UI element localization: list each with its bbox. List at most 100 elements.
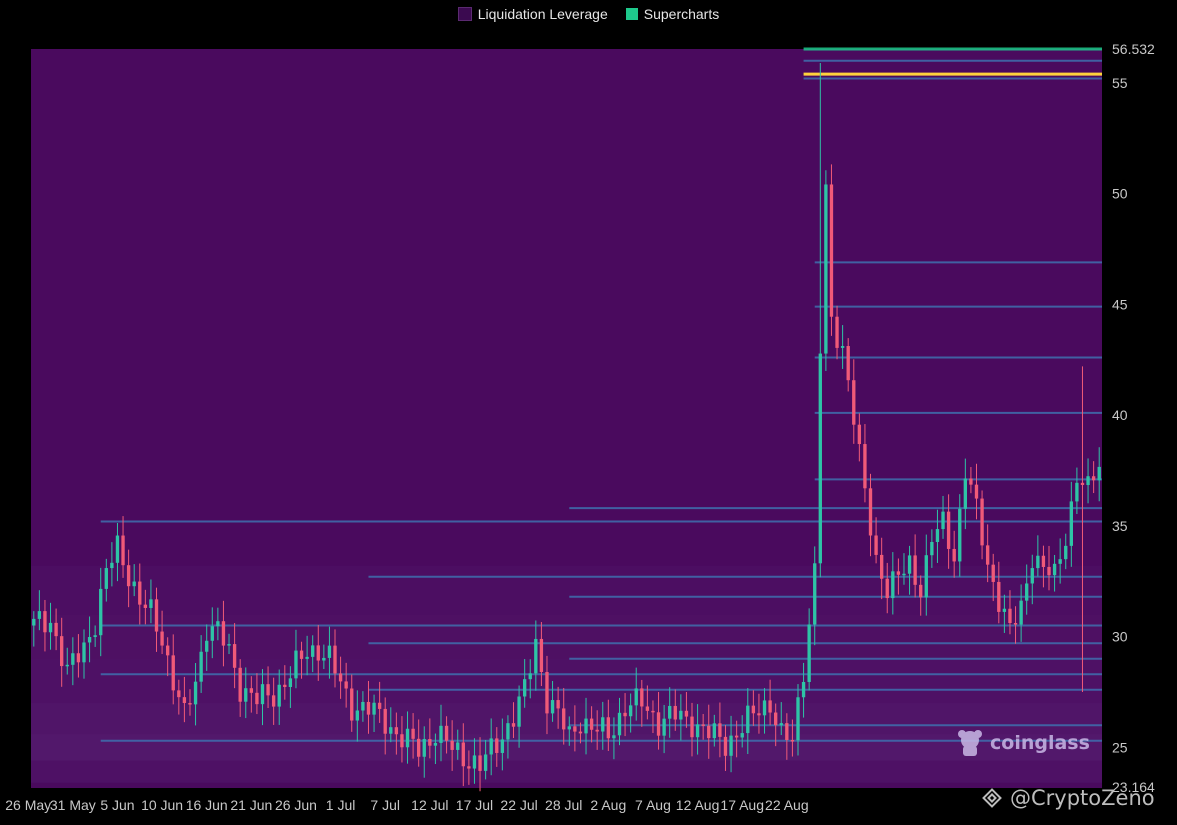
y-tick-label: 40 xyxy=(1112,407,1128,423)
candle-body xyxy=(1013,623,1018,625)
candle-body xyxy=(1019,600,1023,625)
binance-diamond-icon xyxy=(982,788,1002,808)
heat-band xyxy=(31,703,1102,735)
candle-body xyxy=(472,755,477,769)
candle-body xyxy=(952,548,956,562)
y-max-label: 56.532 xyxy=(1112,41,1155,57)
candle-body xyxy=(578,731,583,734)
candle-body xyxy=(338,673,343,682)
x-tick-label: 21 Jun xyxy=(230,797,272,813)
candle-body xyxy=(1052,563,1057,576)
heat-band xyxy=(31,565,1102,615)
candle-body xyxy=(801,681,806,698)
heat-band xyxy=(31,734,1102,761)
x-tick-label: 2 Aug xyxy=(590,797,626,813)
x-tick-label: 17 Aug xyxy=(720,797,764,813)
candle-body xyxy=(266,684,270,696)
candle-body xyxy=(48,622,53,633)
candle-body xyxy=(601,717,605,732)
x-tick-label: 31 May xyxy=(50,797,96,813)
candle-body xyxy=(249,688,254,693)
y-tick-label: 45 xyxy=(1112,296,1128,312)
candle-body xyxy=(1069,501,1073,546)
candle-body xyxy=(238,667,242,702)
candle-body xyxy=(645,706,650,711)
candle-body xyxy=(65,664,69,667)
candle-body xyxy=(534,638,538,674)
candle-body xyxy=(863,444,867,489)
candle-body xyxy=(930,542,934,556)
candle-body xyxy=(344,681,348,689)
candle-body xyxy=(316,645,320,661)
candle-body xyxy=(288,678,293,688)
candle-body xyxy=(902,573,906,576)
candle-body xyxy=(495,738,499,753)
candle-body xyxy=(963,478,968,509)
candle-body xyxy=(188,703,192,705)
candle-body xyxy=(1030,568,1034,584)
candle-body xyxy=(1047,566,1051,576)
candle-body xyxy=(796,697,800,741)
x-tick-label: 22 Aug xyxy=(765,797,809,813)
x-tick-label: 16 Jun xyxy=(186,797,228,813)
candle-body xyxy=(366,701,371,715)
candle-body xyxy=(807,624,811,682)
candle-body xyxy=(93,635,97,638)
candle-body xyxy=(891,571,895,599)
candle-body xyxy=(444,725,449,741)
candle-body xyxy=(456,742,460,750)
candle-body xyxy=(545,672,549,714)
candle-body xyxy=(941,511,945,530)
candle-body xyxy=(377,702,382,709)
candle-body xyxy=(1041,555,1046,567)
candle-body xyxy=(277,684,281,707)
candle-body xyxy=(99,588,103,636)
chart-area[interactable]: 26 May31 May 5 Jun 10 Jun 16 Jun 21 Jun 26 Ju… xyxy=(0,0,1177,825)
candle-body xyxy=(177,690,181,698)
candle-body xyxy=(60,636,64,667)
candle-body xyxy=(919,584,923,598)
x-tick-label: 7 Aug xyxy=(635,797,671,813)
candle-body xyxy=(1058,559,1062,564)
candle-body xyxy=(673,705,677,720)
candle-body xyxy=(350,688,354,721)
candle-body xyxy=(322,657,326,661)
candle-body xyxy=(205,640,209,652)
x-tick-label: 12 Aug xyxy=(676,797,720,813)
candle-body xyxy=(846,346,850,381)
candle-body xyxy=(311,645,315,657)
candle-body xyxy=(500,739,505,753)
candle-body xyxy=(171,655,175,691)
candle-body xyxy=(104,568,108,589)
candle-body xyxy=(193,681,198,705)
x-tick-label: 10 Jun xyxy=(141,797,183,813)
candle-body xyxy=(656,712,661,736)
candle-body xyxy=(707,725,711,739)
candle-body xyxy=(829,184,834,317)
candle-body xyxy=(405,728,410,748)
candle-body xyxy=(623,712,627,717)
x-tick-label: 17 Jul xyxy=(456,797,493,813)
candle-body xyxy=(511,723,516,727)
coinglass-watermark: coinglass xyxy=(956,728,1090,758)
candle-body xyxy=(734,735,739,738)
candle-body xyxy=(483,754,488,771)
candle-body xyxy=(712,723,716,739)
candle-body xyxy=(489,738,493,755)
candle-body xyxy=(935,529,940,543)
candle-body xyxy=(1064,545,1068,560)
candle-body xyxy=(907,555,912,574)
x-tick-label: 26 Jun xyxy=(275,797,317,813)
heat-band xyxy=(31,658,1102,704)
candle-body xyxy=(729,735,733,756)
y-tick-label: 35 xyxy=(1112,518,1128,534)
candle-body xyxy=(244,688,248,702)
candle-body xyxy=(1080,482,1085,486)
candle-body xyxy=(634,688,638,706)
candle-body xyxy=(573,726,577,732)
candle-body xyxy=(383,708,387,734)
candle-body xyxy=(723,736,728,756)
candle-body xyxy=(946,511,951,549)
candle-body xyxy=(394,727,399,735)
candle-body xyxy=(1036,555,1040,569)
